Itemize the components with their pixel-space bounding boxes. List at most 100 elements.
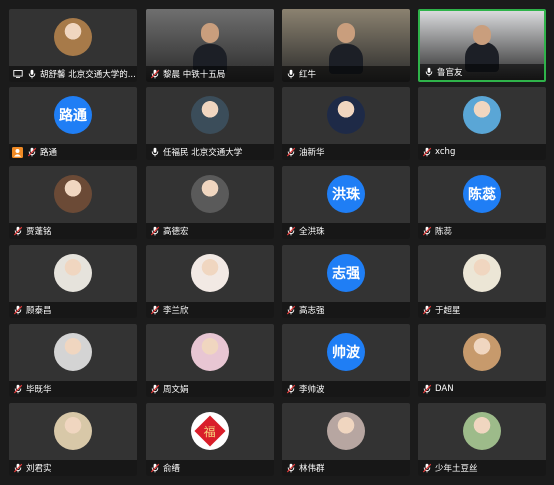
mic-muted-icon xyxy=(421,463,432,474)
participant-tile[interactable]: DAN xyxy=(418,324,546,397)
participant-name: 油新华 xyxy=(299,148,325,158)
participant-grid: 胡舒馨 北京交通大学的... 黎晨 中铁十五局 红牛 鲁官友路通 路通 任福民 … xyxy=(0,0,554,485)
participant-name: 胡舒馨 北京交通大学的... xyxy=(40,70,136,80)
avatar xyxy=(463,333,501,371)
participant-name: 高德宏 xyxy=(163,227,189,237)
participant-footer: 俞缙 xyxy=(146,460,274,476)
participant-footer: xchg xyxy=(418,144,546,160)
participant-tile[interactable]: xchg xyxy=(418,87,546,160)
participant-tile[interactable]: 李兰欣 xyxy=(146,245,274,318)
participant-tile[interactable]: 志强 高志强 xyxy=(282,245,410,318)
mic-muted-icon xyxy=(421,226,432,237)
mic-muted-icon xyxy=(285,305,296,316)
participant-tile[interactable]: 帅波 李帅波 xyxy=(282,324,410,397)
participant-footer: 路通 xyxy=(9,144,137,160)
mic-muted-icon xyxy=(12,226,23,237)
participant-name: 全洪珠 xyxy=(299,227,325,237)
avatar xyxy=(191,96,229,134)
participant-footer: 李兰欣 xyxy=(146,302,274,318)
avatar: 路通 xyxy=(54,96,92,134)
participant-tile[interactable]: 高德宏 xyxy=(146,166,274,239)
mic-muted-icon xyxy=(12,305,23,316)
participant-tile[interactable]: 洪珠 全洪珠 xyxy=(282,166,410,239)
mic-muted-icon xyxy=(12,463,23,474)
mic-muted-icon xyxy=(285,463,296,474)
participant-footer: 林伟群 xyxy=(282,460,410,476)
participant-tile[interactable]: 油新华 xyxy=(282,87,410,160)
mic-muted-icon xyxy=(285,147,296,158)
participant-tile[interactable]: 少年土豆丝 xyxy=(418,403,546,476)
participant-footer: 贾蓬铭 xyxy=(9,223,137,239)
mic-icon xyxy=(26,69,37,80)
participant-tile[interactable]: 胡舒馨 北京交通大学的... xyxy=(9,9,137,82)
participant-footer: DAN xyxy=(418,381,546,397)
participant-tile[interactable]: 刘君实 xyxy=(9,403,137,476)
participant-name: 周文娟 xyxy=(163,385,189,395)
participant-footer: 红牛 xyxy=(282,66,410,82)
participant-footer: 任福民 北京交通大学 xyxy=(146,144,274,160)
participant-tile[interactable]: 毕既华 xyxy=(9,324,137,397)
participant-tile[interactable]: 红牛 xyxy=(282,9,410,82)
mic-muted-icon xyxy=(421,384,432,395)
avatar xyxy=(54,333,92,371)
participant-tile[interactable]: 黎晨 中铁十五局 xyxy=(146,9,274,82)
mic-muted-icon xyxy=(421,147,432,158)
avatar xyxy=(327,96,365,134)
participant-footer: 顾泰昌 xyxy=(9,302,137,318)
avatar xyxy=(463,96,501,134)
participant-tile[interactable]: 顾泰昌 xyxy=(9,245,137,318)
participant-name: 黎晨 中铁十五局 xyxy=(163,70,226,80)
participant-footer: 周文娟 xyxy=(146,381,274,397)
avatar xyxy=(191,254,229,292)
participant-footer: 少年土豆丝 xyxy=(418,460,546,476)
participant-name: 任福民 北京交通大学 xyxy=(163,148,243,158)
avatar: 陈蕊 xyxy=(463,175,501,213)
screen-share-icon xyxy=(12,69,23,80)
participant-name: 毕既华 xyxy=(26,385,52,395)
participant-tile[interactable]: 任福民 北京交通大学 xyxy=(146,87,274,160)
avatar: 福 xyxy=(191,412,229,450)
mic-muted-icon xyxy=(12,384,23,395)
participant-name: 陈蕊 xyxy=(435,227,453,237)
avatar-badge: 福 xyxy=(194,415,226,447)
avatar: 帅波 xyxy=(327,333,365,371)
participant-tile[interactable]: 鲁官友 xyxy=(418,9,546,82)
mic-muted-icon xyxy=(149,463,160,474)
mic-muted-icon xyxy=(26,147,37,158)
participant-footer: 高德宏 xyxy=(146,223,274,239)
avatar xyxy=(54,175,92,213)
avatar xyxy=(191,333,229,371)
participant-name: 鲁官友 xyxy=(437,68,463,78)
participant-name: 高志强 xyxy=(299,306,325,316)
participant-tile[interactable]: 福 俞缙 xyxy=(146,403,274,476)
participant-name: 李兰欣 xyxy=(163,306,189,316)
mic-icon xyxy=(149,147,160,158)
participant-footer: 胡舒馨 北京交通大学的... xyxy=(9,66,137,82)
participant-tile[interactable]: 贾蓬铭 xyxy=(9,166,137,239)
participant-name: 红牛 xyxy=(299,70,317,80)
participant-name: 李帅波 xyxy=(299,385,325,395)
participant-tile[interactable]: 陈蕊 陈蕊 xyxy=(418,166,546,239)
participant-name: 俞缙 xyxy=(163,464,181,474)
participant-tile[interactable]: 林伟群 xyxy=(282,403,410,476)
participant-footer: 李帅波 xyxy=(282,381,410,397)
participant-name: 刘君实 xyxy=(26,464,52,474)
participant-name: DAN xyxy=(435,384,454,394)
avatar xyxy=(191,175,229,213)
mic-muted-icon xyxy=(149,226,160,237)
user-icon xyxy=(12,146,23,158)
participant-footer: 毕既华 xyxy=(9,381,137,397)
participant-tile[interactable]: 路通 路通 xyxy=(9,87,137,160)
participant-tile[interactable]: 于超星 xyxy=(418,245,546,318)
participant-name: 少年土豆丝 xyxy=(435,464,478,474)
participant-footer: 刘君实 xyxy=(9,460,137,476)
participant-name: 林伟群 xyxy=(299,464,325,474)
avatar xyxy=(54,18,92,56)
participant-footer: 全洪珠 xyxy=(282,223,410,239)
mic-icon xyxy=(423,67,434,78)
participant-footer: 高志强 xyxy=(282,302,410,318)
participant-tile[interactable]: 周文娟 xyxy=(146,324,274,397)
participant-footer: 黎晨 中铁十五局 xyxy=(146,66,274,82)
avatar xyxy=(463,254,501,292)
participant-name: xchg xyxy=(435,147,456,157)
